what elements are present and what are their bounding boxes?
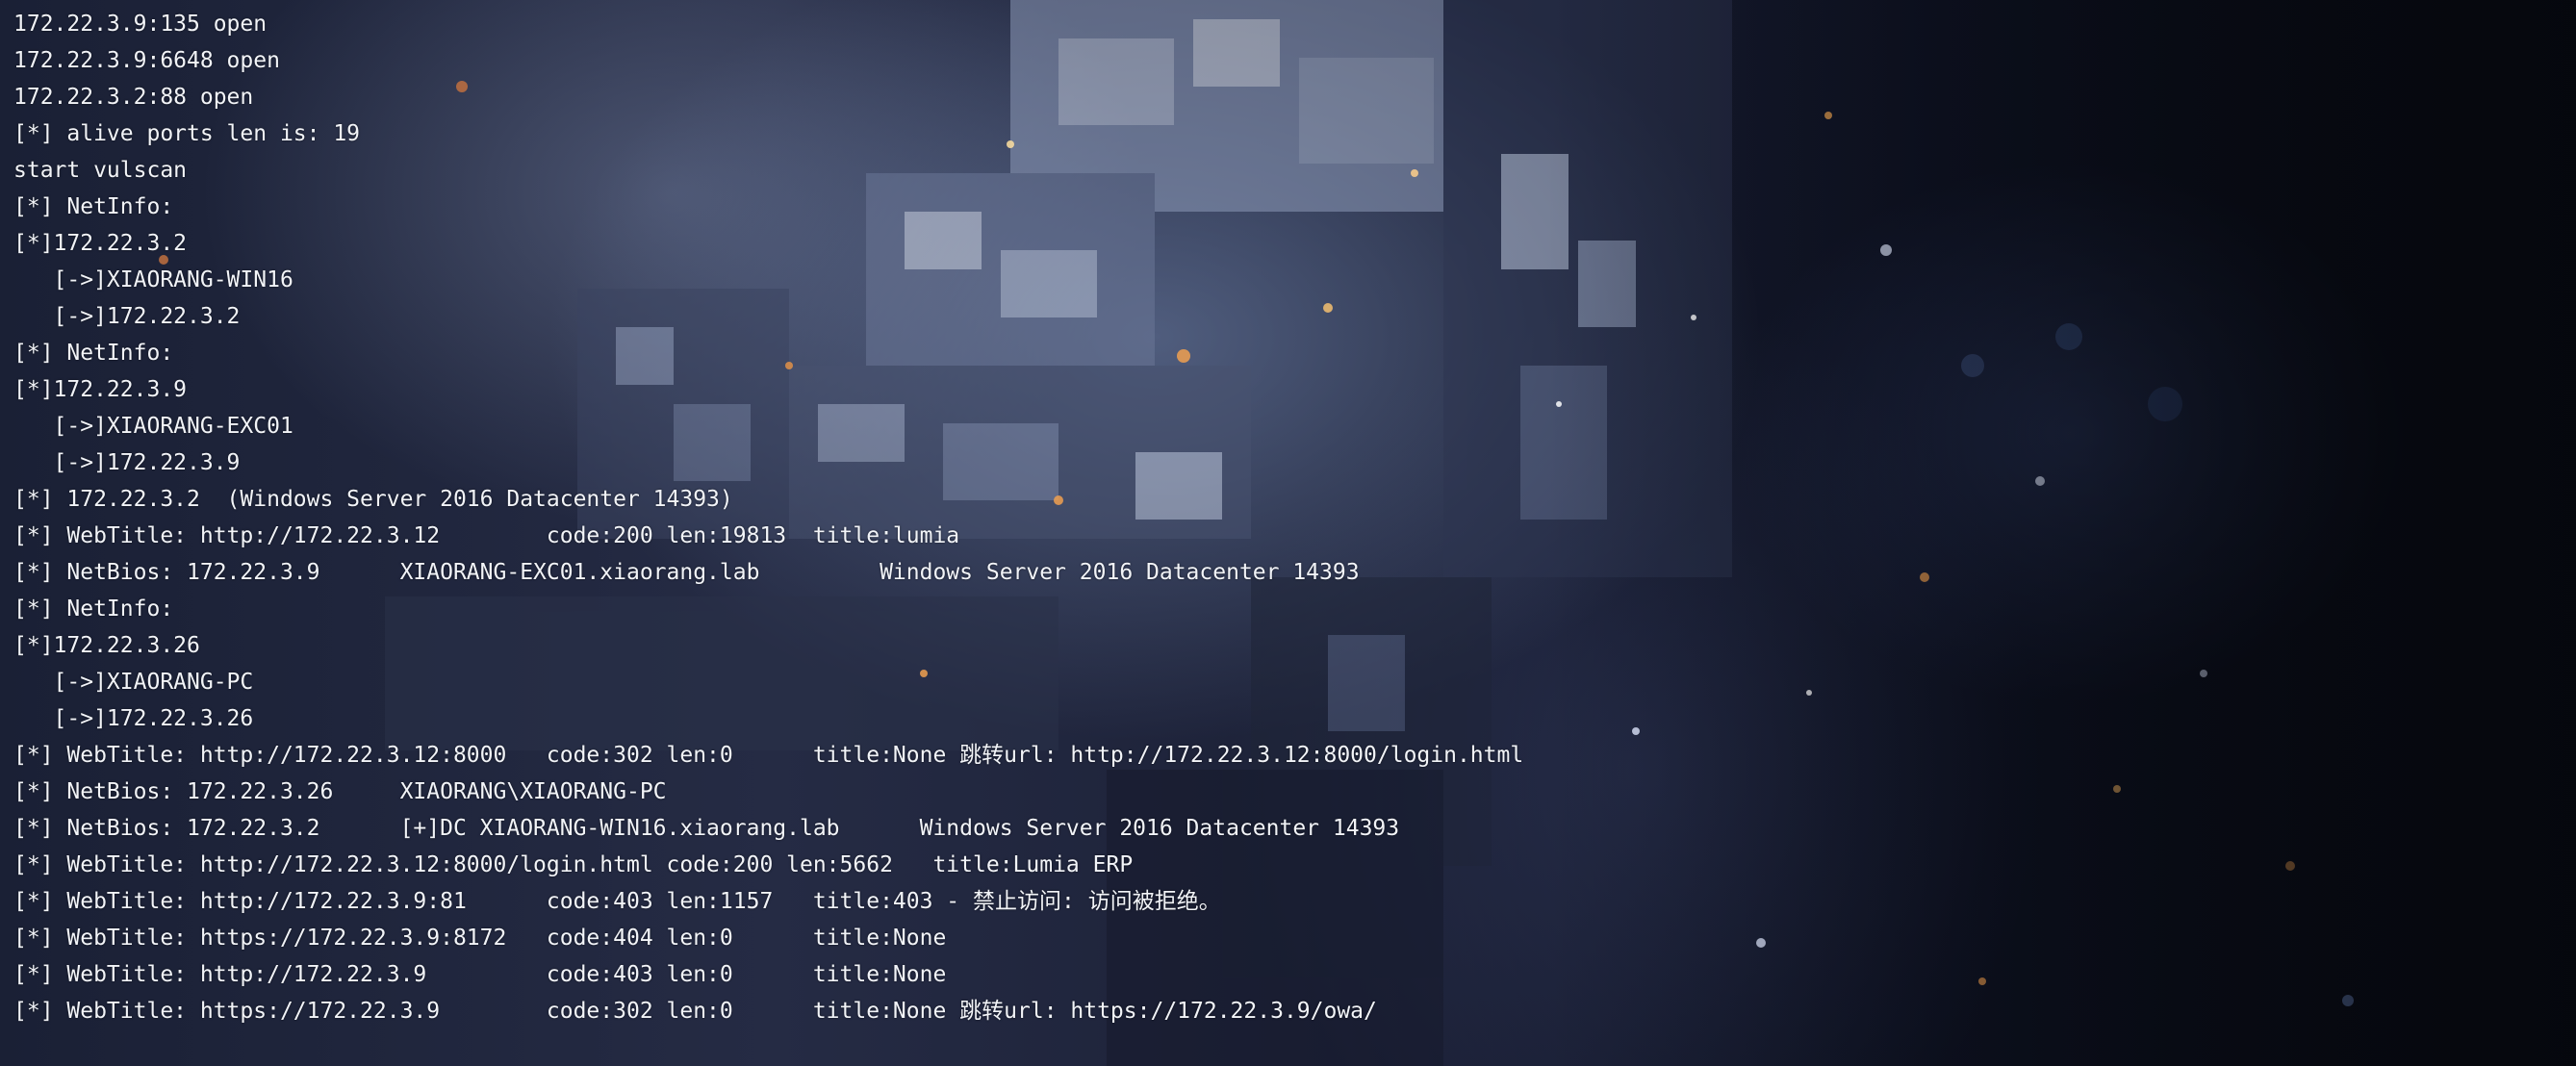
terminal-line: [*]172.22.3.9 xyxy=(13,377,188,402)
terminal-line: [*] NetBios: 172.22.3.26 XIAORANG\XIAORA… xyxy=(13,779,667,804)
terminal-line: [*] 172.22.3.2 (Windows Server 2016 Data… xyxy=(13,487,733,512)
terminal-line: [*] WebTitle: http://172.22.3.9:81 code:… xyxy=(13,889,1221,914)
terminal-line: start vulscan xyxy=(13,158,188,183)
terminal-line: [->]XIAORANG-WIN16 xyxy=(13,267,293,292)
terminal-line: [*] WebTitle: https://172.22.3.9:8172 co… xyxy=(13,926,947,951)
terminal-line: [*] WebTitle: http://172.22.3.9 code:403… xyxy=(13,962,947,987)
terminal-line: [*]172.22.3.26 xyxy=(13,633,200,658)
terminal-line: [->]172.22.3.2 xyxy=(13,304,241,329)
terminal-line: [->]172.22.3.26 xyxy=(13,706,254,731)
terminal-line: 172.22.3.2:88 open xyxy=(13,85,254,110)
terminal-line: 172.22.3.9:6648 open xyxy=(13,48,280,73)
terminal-line: [*] WebTitle: https://172.22.3.9 code:30… xyxy=(13,999,1377,1024)
terminal-line: [*] WebTitle: http://172.22.3.12:8000 co… xyxy=(13,743,1524,768)
terminal-output[interactable]: 172.22.3.9:135 open 172.22.3.9:6648 open 1… xyxy=(13,6,1523,1029)
terminal-line: [*] NetInfo: xyxy=(13,596,174,622)
terminal-window[interactable]: 172.22.3.9:135 open 172.22.3.9:6648 open 1… xyxy=(0,0,2576,1066)
terminal-line: [*] WebTitle: http://172.22.3.12:8000/lo… xyxy=(13,852,1134,877)
terminal-line: [*] NetInfo: xyxy=(13,341,174,366)
terminal-line: [*] NetBios: 172.22.3.9 XIAORANG-EXC01.x… xyxy=(13,560,1360,585)
terminal-line: [->]172.22.3.9 xyxy=(13,450,241,475)
terminal-line: [*] alive ports len is: 19 xyxy=(13,121,361,146)
terminal-line: 172.22.3.9:135 open xyxy=(13,12,268,37)
terminal-line: [*] NetInfo: xyxy=(13,194,174,219)
terminal-line: [->]XIAORANG-EXC01 xyxy=(13,414,293,439)
terminal-line: [*]172.22.3.2 xyxy=(13,231,188,256)
terminal-line: [->]XIAORANG-PC xyxy=(13,670,254,695)
terminal-line: [*] WebTitle: http://172.22.3.12 code:20… xyxy=(13,523,960,548)
terminal-line: [*] NetBios: 172.22.3.2 [+]DC XIAORANG-W… xyxy=(13,816,1400,841)
